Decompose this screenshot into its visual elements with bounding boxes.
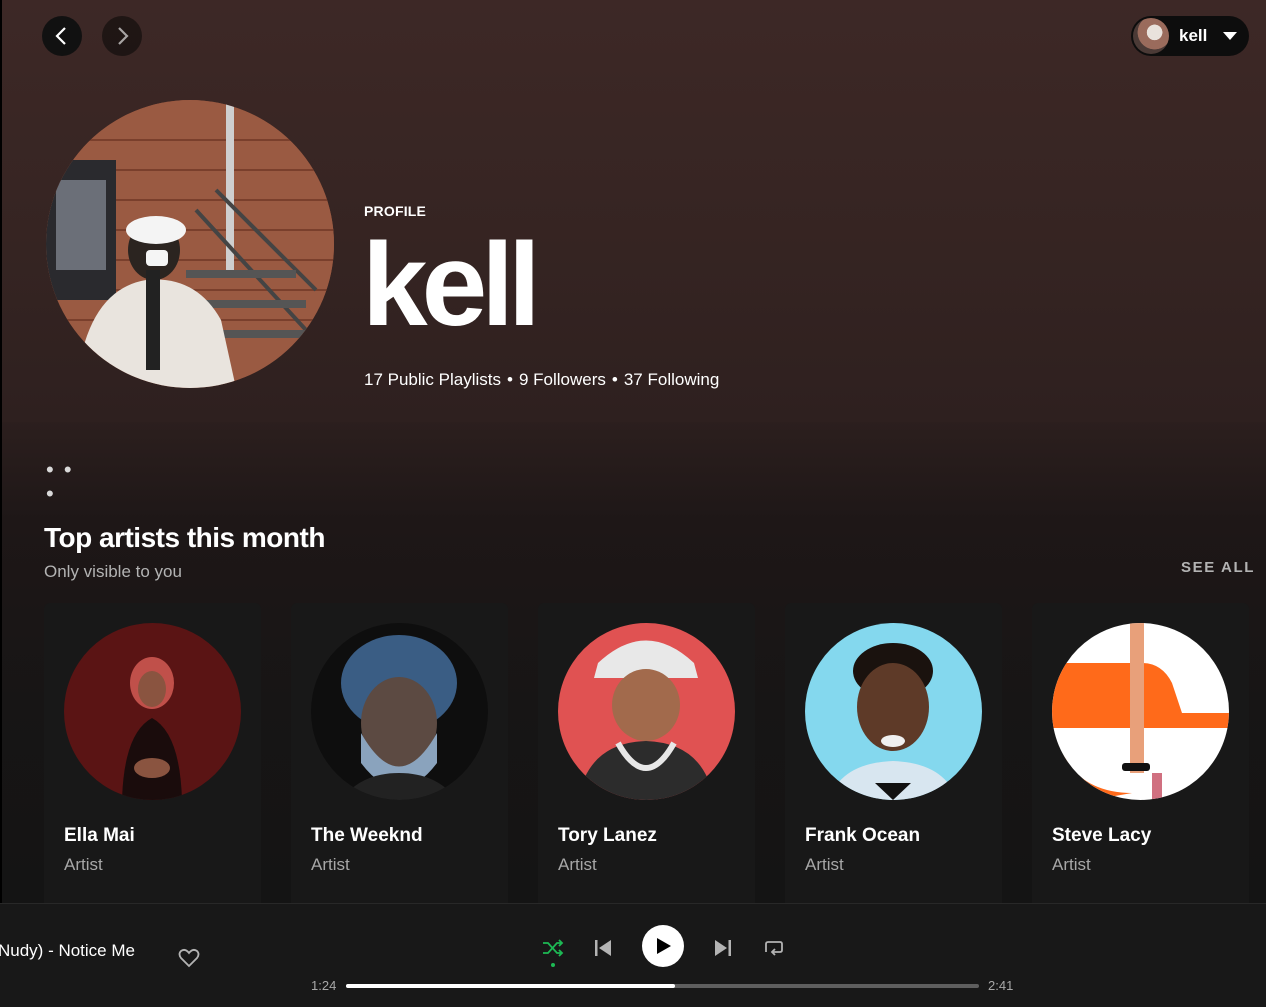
- artist-name[interactable]: Tory Lanez: [558, 825, 657, 847]
- user-menu-button[interactable]: kell: [1131, 16, 1249, 56]
- chevron-right-icon: [118, 27, 129, 45]
- public-playlists-link[interactable]: 17 Public Playlists: [364, 370, 501, 389]
- avatar: [1133, 18, 1169, 54]
- artist-type: Artist: [805, 855, 844, 874]
- section-title[interactable]: Top artists this month: [44, 522, 325, 554]
- forward-button[interactable]: [102, 16, 142, 56]
- repeat-icon: [765, 941, 783, 956]
- see-all-link[interactable]: SEE ALL: [1181, 559, 1255, 576]
- artist-card[interactable]: The Weeknd Artist: [291, 603, 508, 903]
- artist-image: [558, 623, 735, 800]
- artist-type: Artist: [1052, 855, 1091, 874]
- heart-icon: [178, 948, 200, 968]
- chevron-left-icon: [55, 27, 66, 45]
- back-button[interactable]: [42, 16, 82, 56]
- artist-cards: Ella Mai Artist The Weeknd Artist Tory L…: [44, 603, 1249, 903]
- profile-photo: [46, 100, 334, 388]
- artist-card[interactable]: Tory Lanez Artist: [538, 603, 755, 903]
- shuffle-icon: [543, 939, 564, 957]
- skip-back-icon: [595, 940, 611, 956]
- artist-image: [805, 623, 982, 800]
- artist-image: [1052, 623, 1229, 800]
- progress-bar[interactable]: [346, 984, 979, 988]
- track-duration: 2:41: [988, 978, 1014, 993]
- artist-type: Artist: [558, 855, 597, 874]
- user-name: kell: [1179, 26, 1208, 45]
- artist-name[interactable]: Frank Ocean: [805, 825, 920, 847]
- separator: •: [611, 370, 618, 389]
- artist-name[interactable]: Steve Lacy: [1052, 825, 1151, 847]
- following-link[interactable]: 37 Following: [624, 370, 719, 389]
- profile-picture[interactable]: [46, 100, 334, 388]
- current-time: 1:24: [311, 978, 337, 993]
- like-button[interactable]: [178, 948, 200, 973]
- profile-type-label: PROFILE: [364, 203, 427, 219]
- caret-down-icon: [1223, 32, 1237, 40]
- artist-type: Artist: [311, 855, 350, 874]
- artist-type: Artist: [64, 855, 103, 874]
- artist-card[interactable]: Steve Lacy Artist: [1032, 603, 1249, 903]
- play-button[interactable]: [642, 925, 684, 967]
- now-playing-bar: Nudy) - Notice Me 1:24 2:41: [0, 903, 1266, 1007]
- main-view: kell PROFILE kell 17 Public Playlists • …: [0, 0, 1266, 903]
- progress-fill: [346, 984, 676, 988]
- artist-image: [311, 623, 488, 800]
- more-options-button[interactable]: • • •: [46, 458, 82, 506]
- artist-card[interactable]: Ella Mai Artist: [44, 603, 261, 903]
- section-subtitle: Only visible to you: [44, 562, 182, 581]
- followers-link[interactable]: 9 Followers: [519, 370, 606, 389]
- track-title[interactable]: Nudy) - Notice Me: [0, 941, 135, 961]
- artist-name[interactable]: The Weeknd: [311, 825, 423, 847]
- previous-button[interactable]: [588, 933, 618, 963]
- artist-name[interactable]: Ella Mai: [64, 825, 135, 847]
- shuffle-button[interactable]: [538, 933, 568, 963]
- play-icon: [657, 938, 671, 954]
- separator: •: [507, 370, 513, 389]
- shuffle-active-indicator: [551, 963, 555, 967]
- repeat-button[interactable]: [758, 933, 788, 963]
- skip-forward-icon: [715, 940, 731, 956]
- artist-image: [64, 623, 241, 800]
- profile-stats: 17 Public Playlists • 9 Followers • 37 Follo…: [364, 370, 719, 390]
- next-button[interactable]: [708, 933, 738, 963]
- artist-card[interactable]: Frank Ocean Artist: [785, 603, 1002, 903]
- page-title: kell: [362, 219, 541, 351]
